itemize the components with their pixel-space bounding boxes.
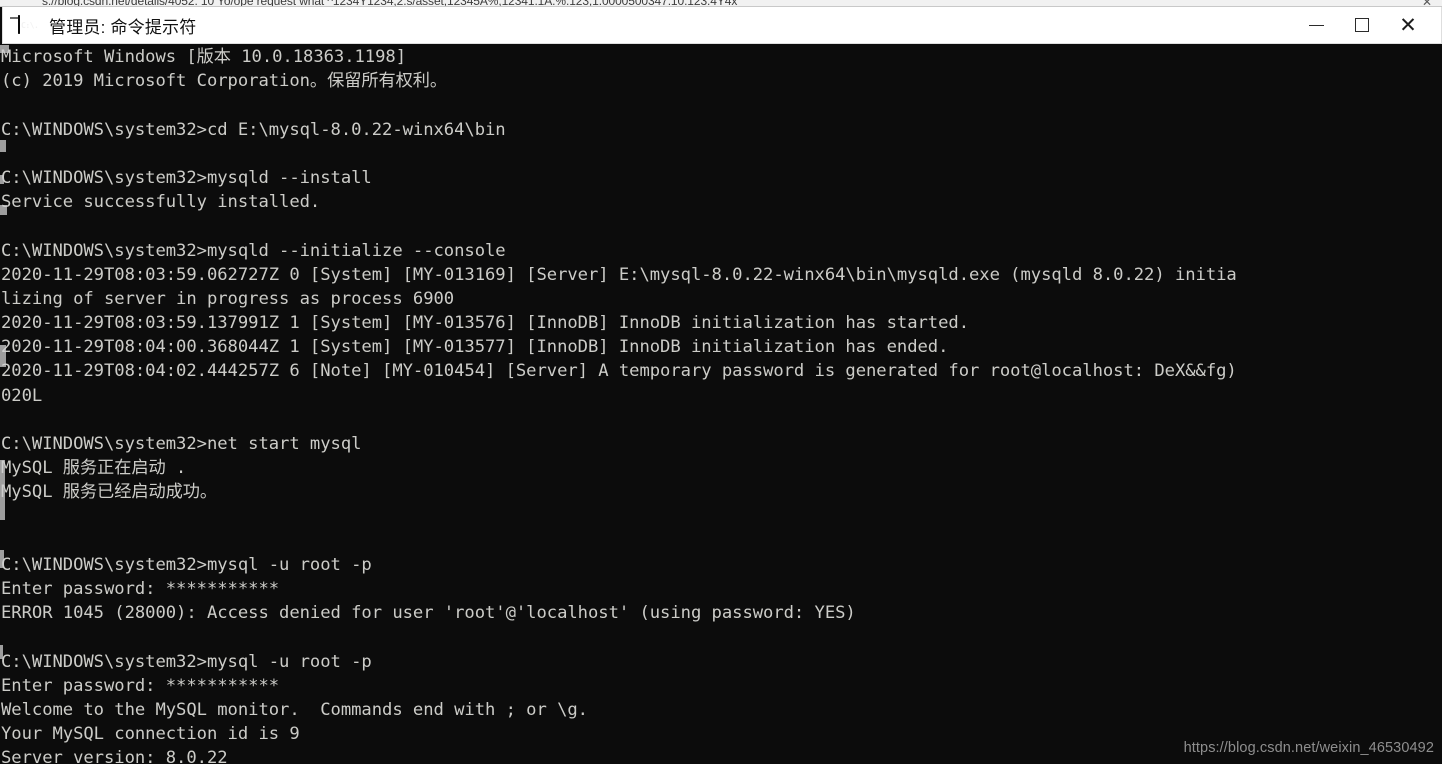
minimize-icon xyxy=(1308,24,1324,26)
console-line: lizing of server in progress as process … xyxy=(1,288,455,309)
maximize-icon xyxy=(1355,18,1369,32)
cmd-icon: C:\. xyxy=(10,15,40,34)
maximize-button[interactable] xyxy=(1339,7,1385,43)
console-line: 2020-11-29T08:03:59.062727Z 0 [System] [… xyxy=(1,264,1237,285)
console-line: 020L xyxy=(1,385,43,406)
console-line: C:\WINDOWS\system32>mysqld --initialize … xyxy=(1,240,506,261)
console-line: MySQL 服务正在启动 . xyxy=(1,458,187,479)
console-line: Enter password: *********** xyxy=(1,675,280,696)
console-output-area[interactable]: Microsoft Windows [版本 10.0.18363.1198] (c… xyxy=(0,45,1442,764)
console-line: C:\WINDOWS\system32>cd E:\mysql-8.0.22-w… xyxy=(1,119,506,140)
console-line: 2020-11-29T08:03:59.137991Z 1 [System] [… xyxy=(1,313,969,334)
console-line: ERROR 1045 (28000): Access denied for us… xyxy=(1,603,856,624)
console-line: Microsoft Windows [版本 10.0.18363.1198] xyxy=(1,47,406,67)
console-line: (c) 2019 Microsoft Corporation。保留所有权利。 xyxy=(1,71,448,92)
console-line: C:\WINDOWS\system32>mysql -u root -p xyxy=(1,554,372,575)
screenshot-root: s://blog.csdn.net/details/4052. 10 Yo/op… xyxy=(0,0,1442,764)
console-line: Server version: 8.0.22 xyxy=(1,748,228,764)
console-line: Enter password: *********** xyxy=(1,579,280,600)
minimize-button[interactable] xyxy=(1293,7,1339,43)
browser-close-icon[interactable]: ✕ xyxy=(1422,0,1432,6)
close-icon: ✕ xyxy=(1399,13,1417,37)
console-line: 2020-11-29T08:04:02.444257Z 6 [Note] [MY… xyxy=(1,361,1237,382)
console-line: C:\WINDOWS\system32>mysql -u root -p xyxy=(1,651,372,672)
console-text-buffer: Microsoft Windows [版本 10.0.18363.1198] (c… xyxy=(0,45,1237,764)
console-line: C:\WINDOWS\system32>net start mysql xyxy=(1,434,362,454)
console-line: Your MySQL connection id is 9 xyxy=(1,724,300,745)
close-button[interactable]: ✕ xyxy=(1385,7,1431,43)
console-line: 2020-11-29T08:04:00.368044Z 1 [System] [… xyxy=(1,337,949,358)
watermark: https://blog.csdn.net/weixin_46530492 xyxy=(1183,740,1434,756)
browser-url-text: s://blog.csdn.net/details/4052. 10 Yo/op… xyxy=(42,0,738,7)
console-line: Service successfully installed. xyxy=(1,192,321,213)
window-titlebar[interactable]: C:\. 管理员: 命令提示符 ✕ xyxy=(2,7,1442,44)
browser-chrome-sliver: s://blog.csdn.net/details/4052. 10 Yo/op… xyxy=(0,0,1442,7)
console-line: MySQL 服务已经启动成功。 xyxy=(1,482,218,503)
console-line: Welcome to the MySQL monitor. Commands e… xyxy=(1,700,588,721)
window-title: 管理员: 命令提示符 xyxy=(49,17,197,37)
console-line: C:\WINDOWS\system32>mysqld --install xyxy=(1,167,372,188)
